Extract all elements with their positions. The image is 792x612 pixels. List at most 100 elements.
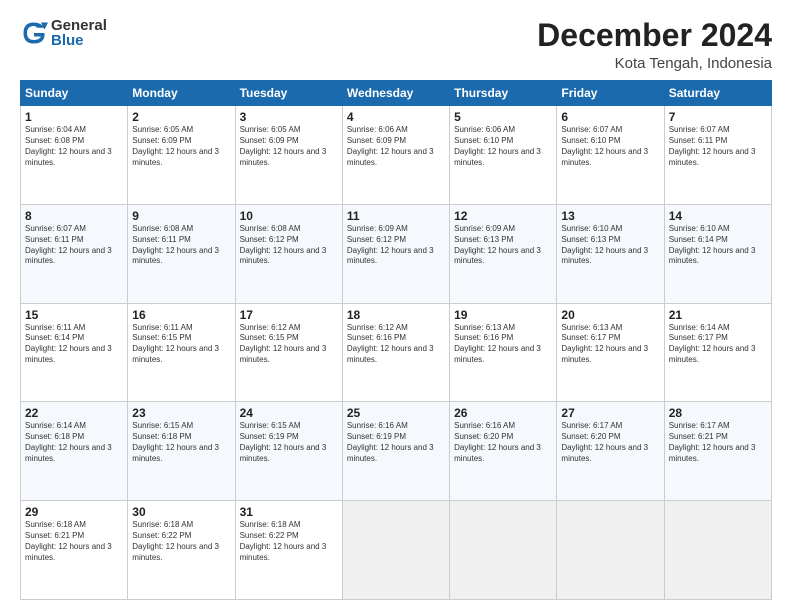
day-info: Sunrise: 6:18 AMSunset: 6:22 PMDaylight:…: [132, 520, 230, 563]
calendar-day-cell: 1Sunrise: 6:04 AMSunset: 6:08 PMDaylight…: [21, 106, 128, 205]
day-number: 23: [132, 406, 230, 420]
day-number: 3: [240, 110, 338, 124]
day-number: 2: [132, 110, 230, 124]
day-info: Sunrise: 6:15 AMSunset: 6:19 PMDaylight:…: [240, 421, 338, 464]
calendar-table: SundayMondayTuesdayWednesdayThursdayFrid…: [20, 80, 772, 600]
calendar-week-row: 15Sunrise: 6:11 AMSunset: 6:14 PMDayligh…: [21, 303, 772, 402]
day-number: 11: [347, 209, 445, 223]
logo: General Blue: [20, 18, 107, 48]
day-info: Sunrise: 6:09 AMSunset: 6:12 PMDaylight:…: [347, 224, 445, 267]
calendar-header-monday: Monday: [128, 81, 235, 106]
calendar-day-cell: 20Sunrise: 6:13 AMSunset: 6:17 PMDayligh…: [557, 303, 664, 402]
day-info: Sunrise: 6:16 AMSunset: 6:19 PMDaylight:…: [347, 421, 445, 464]
calendar-day-cell: 29Sunrise: 6:18 AMSunset: 6:21 PMDayligh…: [21, 501, 128, 600]
day-info: Sunrise: 6:07 AMSunset: 6:11 PMDaylight:…: [25, 224, 123, 267]
day-number: 7: [669, 110, 767, 124]
day-info: Sunrise: 6:16 AMSunset: 6:20 PMDaylight:…: [454, 421, 552, 464]
day-number: 8: [25, 209, 123, 223]
day-info: Sunrise: 6:12 AMSunset: 6:15 PMDaylight:…: [240, 323, 338, 366]
logo-icon: [20, 19, 48, 47]
calendar-day-cell: [342, 501, 449, 600]
day-number: 20: [561, 308, 659, 322]
day-info: Sunrise: 6:11 AMSunset: 6:14 PMDaylight:…: [25, 323, 123, 366]
calendar-week-row: 1Sunrise: 6:04 AMSunset: 6:08 PMDaylight…: [21, 106, 772, 205]
day-number: 21: [669, 308, 767, 322]
calendar-day-cell: [664, 501, 771, 600]
calendar-day-cell: 8Sunrise: 6:07 AMSunset: 6:11 PMDaylight…: [21, 204, 128, 303]
calendar-day-cell: 9Sunrise: 6:08 AMSunset: 6:11 PMDaylight…: [128, 204, 235, 303]
calendar-day-cell: 22Sunrise: 6:14 AMSunset: 6:18 PMDayligh…: [21, 402, 128, 501]
day-info: Sunrise: 6:17 AMSunset: 6:21 PMDaylight:…: [669, 421, 767, 464]
day-number: 19: [454, 308, 552, 322]
calendar-day-cell: 12Sunrise: 6:09 AMSunset: 6:13 PMDayligh…: [450, 204, 557, 303]
day-number: 4: [347, 110, 445, 124]
calendar-day-cell: 28Sunrise: 6:17 AMSunset: 6:21 PMDayligh…: [664, 402, 771, 501]
day-number: 16: [132, 308, 230, 322]
day-info: Sunrise: 6:10 AMSunset: 6:13 PMDaylight:…: [561, 224, 659, 267]
calendar-day-cell: 19Sunrise: 6:13 AMSunset: 6:16 PMDayligh…: [450, 303, 557, 402]
calendar-day-cell: [557, 501, 664, 600]
calendar-day-cell: 26Sunrise: 6:16 AMSunset: 6:20 PMDayligh…: [450, 402, 557, 501]
day-number: 28: [669, 406, 767, 420]
month-title: December 2024: [537, 18, 772, 53]
day-info: Sunrise: 6:08 AMSunset: 6:12 PMDaylight:…: [240, 224, 338, 267]
day-number: 30: [132, 505, 230, 519]
day-number: 25: [347, 406, 445, 420]
calendar-day-cell: 16Sunrise: 6:11 AMSunset: 6:15 PMDayligh…: [128, 303, 235, 402]
page: General Blue December 2024 Kota Tengah, …: [0, 0, 792, 612]
calendar-header-tuesday: Tuesday: [235, 81, 342, 106]
day-number: 13: [561, 209, 659, 223]
calendar-header-friday: Friday: [557, 81, 664, 106]
day-number: 29: [25, 505, 123, 519]
day-number: 5: [454, 110, 552, 124]
calendar-day-cell: 4Sunrise: 6:06 AMSunset: 6:09 PMDaylight…: [342, 106, 449, 205]
calendar-day-cell: 21Sunrise: 6:14 AMSunset: 6:17 PMDayligh…: [664, 303, 771, 402]
calendar-day-cell: 15Sunrise: 6:11 AMSunset: 6:14 PMDayligh…: [21, 303, 128, 402]
day-info: Sunrise: 6:11 AMSunset: 6:15 PMDaylight:…: [132, 323, 230, 366]
calendar-week-row: 8Sunrise: 6:07 AMSunset: 6:11 PMDaylight…: [21, 204, 772, 303]
day-number: 27: [561, 406, 659, 420]
day-number: 22: [25, 406, 123, 420]
day-number: 9: [132, 209, 230, 223]
calendar-body: 1Sunrise: 6:04 AMSunset: 6:08 PMDaylight…: [21, 106, 772, 600]
day-info: Sunrise: 6:13 AMSunset: 6:17 PMDaylight:…: [561, 323, 659, 366]
calendar-header-sunday: Sunday: [21, 81, 128, 106]
calendar-header-thursday: Thursday: [450, 81, 557, 106]
calendar-day-cell: 24Sunrise: 6:15 AMSunset: 6:19 PMDayligh…: [235, 402, 342, 501]
logo-general-text: General: [51, 18, 107, 33]
day-info: Sunrise: 6:18 AMSunset: 6:22 PMDaylight:…: [240, 520, 338, 563]
title-block: December 2024 Kota Tengah, Indonesia: [537, 18, 772, 72]
day-number: 1: [25, 110, 123, 124]
calendar-day-cell: 11Sunrise: 6:09 AMSunset: 6:12 PMDayligh…: [342, 204, 449, 303]
calendar-header-saturday: Saturday: [664, 81, 771, 106]
logo-text: General Blue: [51, 18, 107, 48]
header: General Blue December 2024 Kota Tengah, …: [20, 18, 772, 72]
day-info: Sunrise: 6:07 AMSunset: 6:10 PMDaylight:…: [561, 125, 659, 168]
day-info: Sunrise: 6:04 AMSunset: 6:08 PMDaylight:…: [25, 125, 123, 168]
calendar-day-cell: 30Sunrise: 6:18 AMSunset: 6:22 PMDayligh…: [128, 501, 235, 600]
day-number: 17: [240, 308, 338, 322]
calendar-day-cell: 3Sunrise: 6:05 AMSunset: 6:09 PMDaylight…: [235, 106, 342, 205]
day-number: 31: [240, 505, 338, 519]
day-number: 14: [669, 209, 767, 223]
calendar-header-wednesday: Wednesday: [342, 81, 449, 106]
day-number: 18: [347, 308, 445, 322]
calendar-day-cell: 5Sunrise: 6:06 AMSunset: 6:10 PMDaylight…: [450, 106, 557, 205]
day-info: Sunrise: 6:13 AMSunset: 6:16 PMDaylight:…: [454, 323, 552, 366]
calendar-week-row: 29Sunrise: 6:18 AMSunset: 6:21 PMDayligh…: [21, 501, 772, 600]
calendar-day-cell: 10Sunrise: 6:08 AMSunset: 6:12 PMDayligh…: [235, 204, 342, 303]
day-info: Sunrise: 6:12 AMSunset: 6:16 PMDaylight:…: [347, 323, 445, 366]
day-info: Sunrise: 6:06 AMSunset: 6:09 PMDaylight:…: [347, 125, 445, 168]
day-number: 15: [25, 308, 123, 322]
location-title: Kota Tengah, Indonesia: [537, 55, 772, 72]
calendar-day-cell: 17Sunrise: 6:12 AMSunset: 6:15 PMDayligh…: [235, 303, 342, 402]
day-info: Sunrise: 6:08 AMSunset: 6:11 PMDaylight:…: [132, 224, 230, 267]
day-number: 10: [240, 209, 338, 223]
logo-blue-text: Blue: [51, 33, 107, 48]
day-info: Sunrise: 6:15 AMSunset: 6:18 PMDaylight:…: [132, 421, 230, 464]
calendar-day-cell: 13Sunrise: 6:10 AMSunset: 6:13 PMDayligh…: [557, 204, 664, 303]
day-info: Sunrise: 6:05 AMSunset: 6:09 PMDaylight:…: [132, 125, 230, 168]
calendar-day-cell: 2Sunrise: 6:05 AMSunset: 6:09 PMDaylight…: [128, 106, 235, 205]
calendar-header-row: SundayMondayTuesdayWednesdayThursdayFrid…: [21, 81, 772, 106]
calendar-day-cell: 7Sunrise: 6:07 AMSunset: 6:11 PMDaylight…: [664, 106, 771, 205]
